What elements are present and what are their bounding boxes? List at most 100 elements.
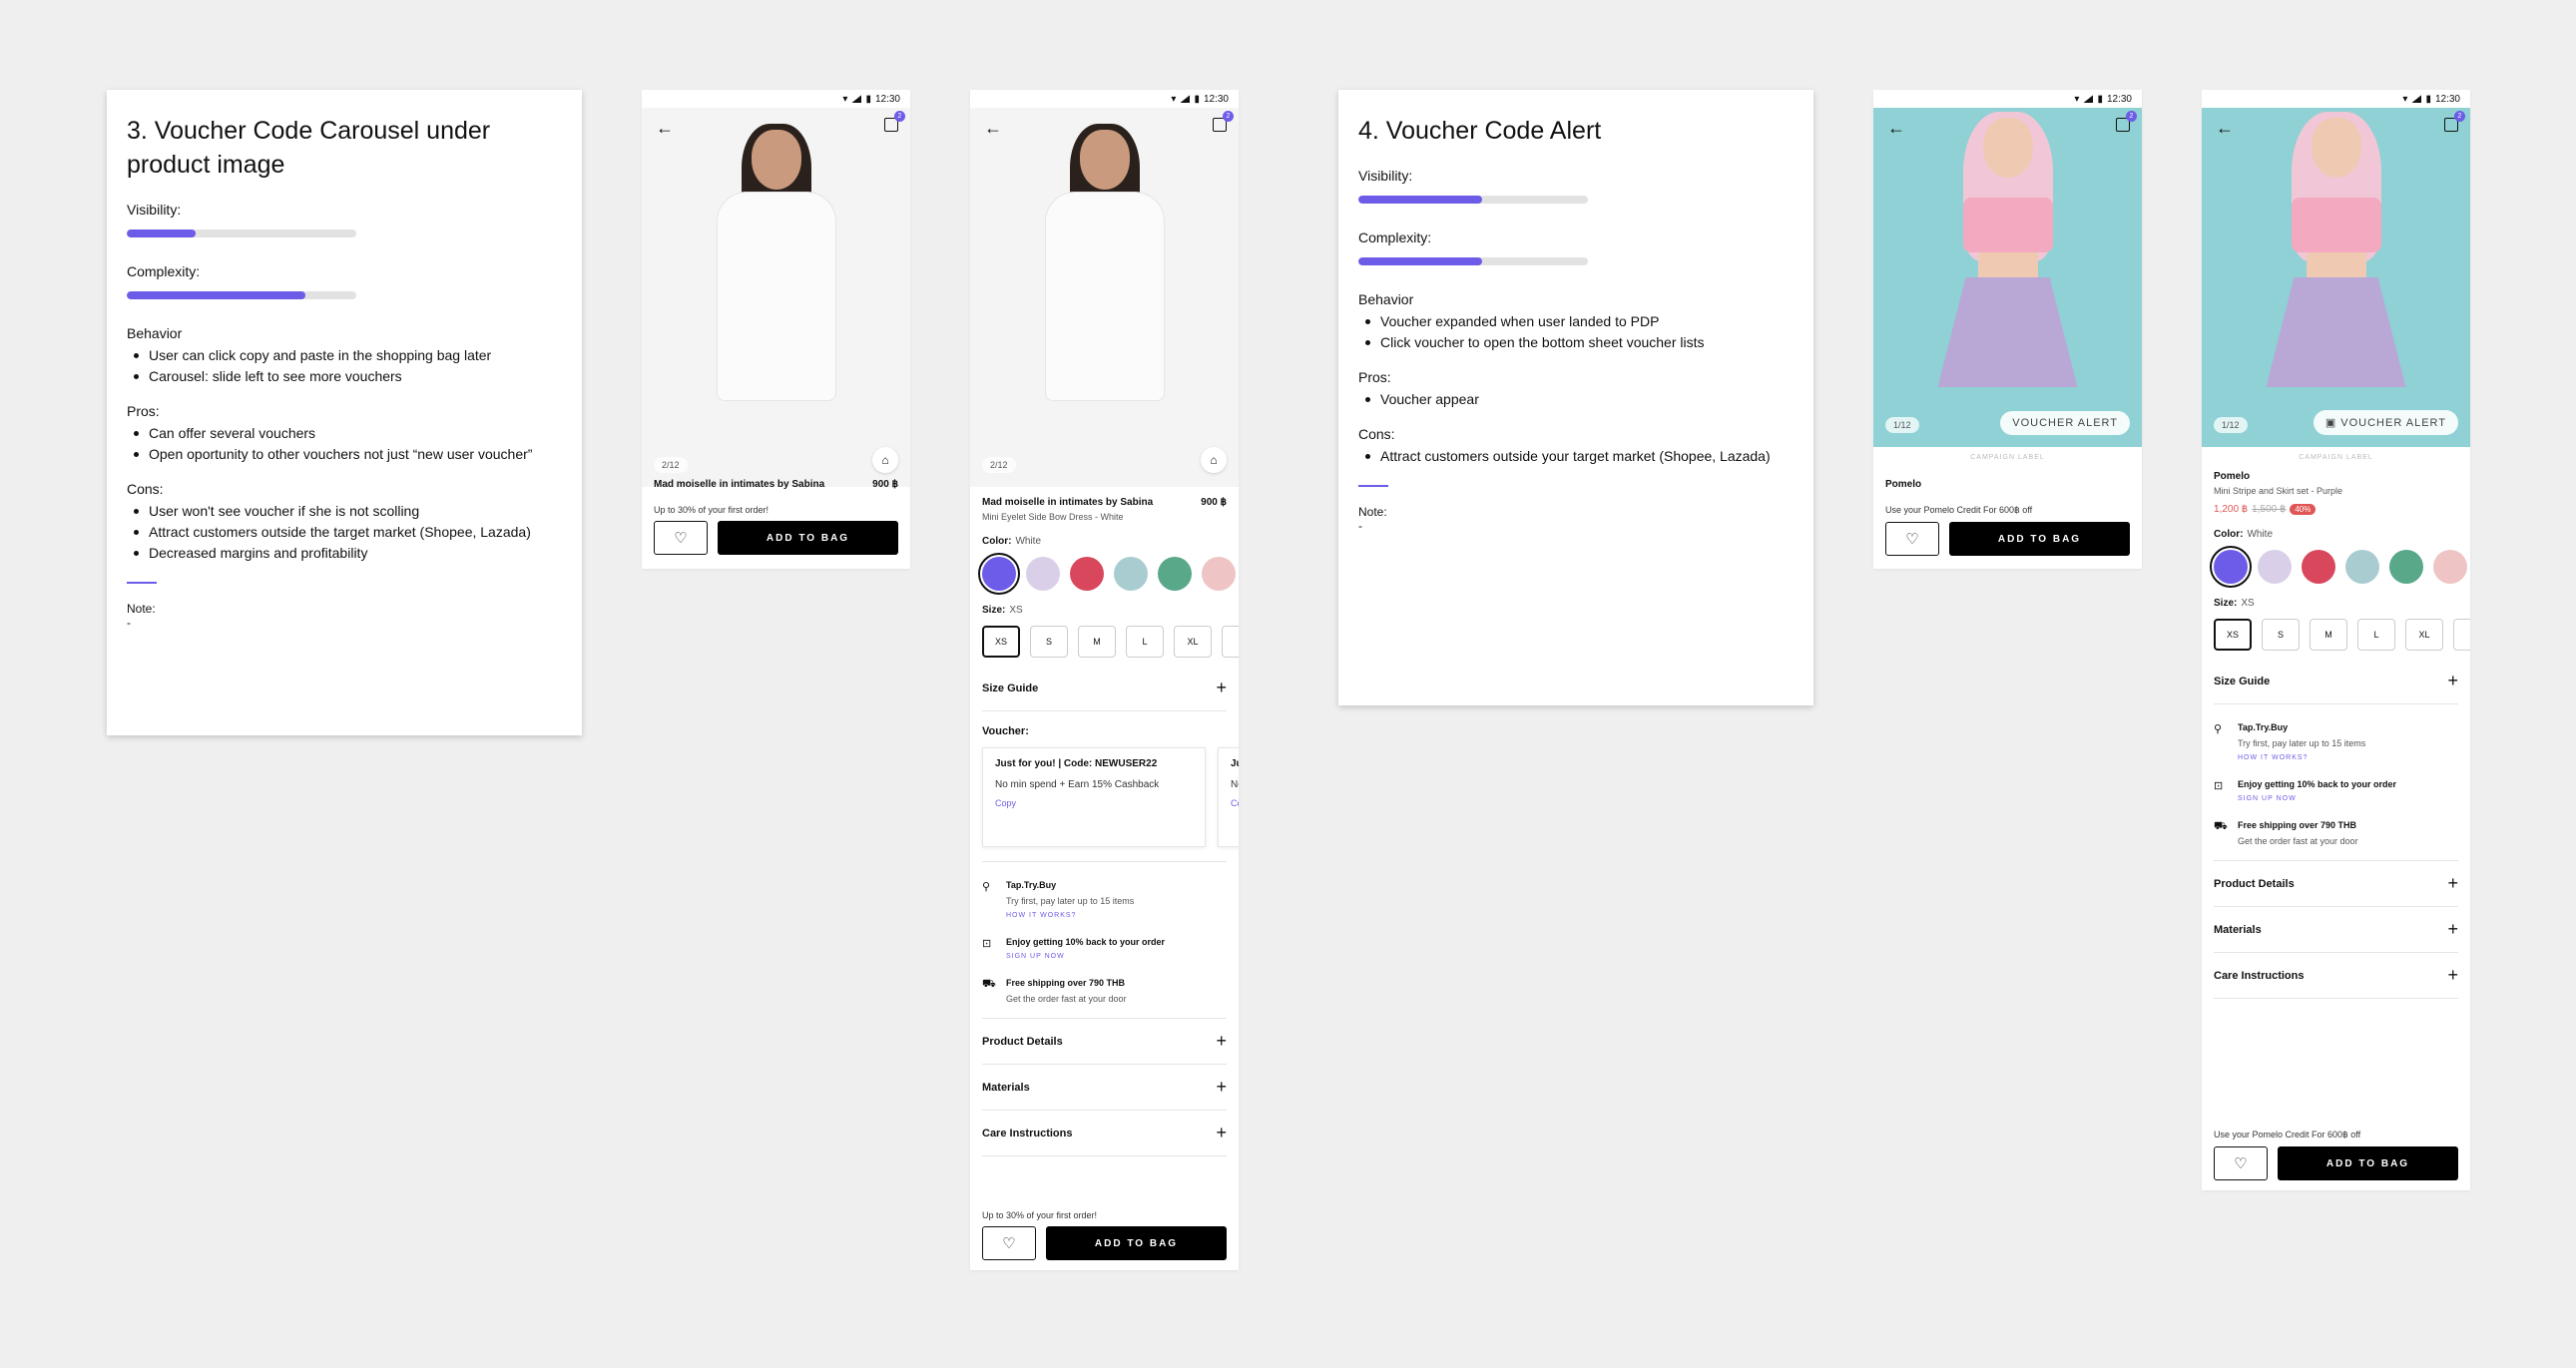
hanger-icon[interactable]: ⌂ [1201,447,1227,473]
materials-row[interactable]: Materials + [2214,907,2458,953]
sale-price: 1,200 ฿ [2214,504,2249,515]
wishlist-button[interactable]: ♡ [654,521,708,555]
size-option[interactable]: XS [2214,619,2252,651]
phone-mockup-1: ▾ ▮ 12:30 ← 2 2/12 ⌂ Mad moiselle in inti… [642,90,910,569]
product-image[interactable]: ← 2 2/12 ⌂ [970,108,1239,487]
size-option[interactable]: S [1030,626,1068,658]
wishlist-button[interactable]: ♡ [1885,522,1939,556]
wifi-icon: ▾ [842,93,848,105]
color-swatch[interactable] [2389,550,2423,584]
sign-up-link[interactable]: SIGN UP NOW [2238,795,2396,802]
add-to-bag-button[interactable]: ADD TO BAG [2278,1146,2458,1180]
size-option-partial[interactable] [2453,619,2470,651]
image-pager: 2/12 [982,457,1016,473]
color-swatch[interactable] [1158,557,1192,591]
voucher-carousel[interactable]: Just for you! | Code: NEWUSER22 No min s… [982,747,1239,847]
back-arrow-icon[interactable]: ← [656,118,674,139]
product-image[interactable]: ← 2 1/12 ▣ VOUCHER ALERT CAMPAIGN LABEL [2202,108,2470,461]
size-option[interactable]: S [2262,619,2300,651]
voucher-desc: No Ca [1231,779,1239,790]
complexity-label: Complexity: [127,263,201,279]
hanger-icon[interactable]: ⌂ [872,447,898,473]
plus-icon: + [1216,1123,1227,1142]
how-it-works-link[interactable]: HOW IT WORKS? [1006,912,1134,919]
model-figure [2252,112,2421,447]
model-head [1079,130,1130,190]
size-option[interactable]: XL [2405,619,2443,651]
status-time: 12:30 [874,93,900,105]
size-option[interactable]: M [1078,626,1116,658]
complexity-label: Complexity: [1358,229,1432,245]
size-option-partial[interactable] [1222,626,1239,658]
shopping-bag-icon[interactable]: 2 [1213,111,1234,132]
perk-sub: Get the order fast at your door [2238,836,2358,846]
product-image[interactable]: ← 2 2/12 ⌂ [642,108,910,487]
color-swatch[interactable] [2302,550,2335,584]
wishlist-button[interactable]: ♡ [2214,1146,2268,1180]
shopping-bag-icon[interactable]: 2 [884,111,905,132]
size-guide-row[interactable]: Size Guide + [2214,659,2458,704]
model-head [751,130,801,190]
voucher-card[interactable]: Just for you! | Code: NEWUSER22 No min s… [982,747,1206,847]
product-details-row[interactable]: Product Details + [2214,861,2458,907]
cons-list: User won't see voucher if she is not sco… [131,501,562,564]
model-skirt [2266,277,2406,387]
color-swatch[interactable] [2345,550,2379,584]
status-bar: ▾ ▮ 12:30 [642,90,910,108]
back-arrow-icon[interactable]: ← [984,118,1002,139]
wishlist-button[interactable]: ♡ [982,1226,1036,1260]
status-bar: ▾ ▮ 12:30 [970,90,1239,108]
color-swatch[interactable] [1114,557,1148,591]
add-to-bag-button[interactable]: ADD TO BAG [718,521,898,555]
add-to-bag-button[interactable]: ADD TO BAG [1046,1226,1227,1260]
battery-icon: ▮ [865,93,871,105]
behavior-list: User can click copy and paste in the sho… [131,345,562,387]
color-swatch[interactable] [2258,550,2292,584]
back-arrow-icon[interactable]: ← [2216,118,2234,139]
product-image[interactable]: ← 2 1/12 VOUCHER ALERT CAMPAIGN LABEL [1873,108,2142,461]
product-brand: Pomelo [2214,471,2251,482]
note-value: - [127,616,131,630]
size-guide-row[interactable]: Size Guide + [982,666,1227,711]
plus-icon: + [2447,965,2458,985]
care-row[interactable]: Care Instructions + [2214,953,2458,999]
copy-link[interactable]: Co [1231,798,1239,808]
signal-icon [1180,95,1191,103]
status-bar: ▾ ▮ 12:30 [1873,90,2142,108]
color-swatch[interactable] [2433,550,2467,584]
size-option[interactable]: M [2310,619,2347,651]
size-option[interactable]: XS [982,626,1020,658]
plus-icon: + [1216,1077,1227,1097]
size-label: Size: XS [982,605,1023,616]
color-swatch[interactable] [1026,557,1060,591]
product-details-row[interactable]: Product Details + [982,1019,1227,1065]
care-row[interactable]: Care Instructions + [982,1111,1227,1156]
size-option[interactable]: XL [1174,626,1212,658]
perk-title: Tap.Try.Buy [1006,880,1057,890]
back-arrow-icon[interactable]: ← [1887,118,1905,139]
voucher-alert-pill[interactable]: VOUCHER ALERT [2000,411,2130,435]
list-item: Voucher appear [1362,389,1794,410]
product-name: Mini Eyelet Side Bow Dress - White [982,512,1124,522]
shopping-bag-icon[interactable]: 2 [2116,111,2137,132]
sign-up-link[interactable]: SIGN UP NOW [1006,953,1165,960]
color-swatch[interactable] [978,553,1020,595]
shopping-bag-icon[interactable]: 2 [2444,111,2465,132]
model-figure [1923,112,2093,447]
perk-shipping: ⛟ Free shipping over 790 THB Get the orde… [2214,820,2458,846]
voucher-card[interactable]: Ju No Ca Co [1218,747,1239,847]
copy-link[interactable]: Copy [995,798,1193,808]
voucher-alert-pill[interactable]: ▣ VOUCHER ALERT [2313,410,2458,435]
add-to-bag-button[interactable]: ADD TO BAG [1949,522,2130,556]
phone-mockup-4: ▾ ▮ 12:30 ← 2 1/12 ▣ VOUCHER ALERT CAMPAI… [2202,90,2470,1190]
visibility-fill [1358,196,1483,204]
color-swatch[interactable] [2210,546,2252,588]
color-swatch[interactable] [1070,557,1104,591]
size-option[interactable]: L [2357,619,2395,651]
color-swatch[interactable] [1202,557,1236,591]
materials-row[interactable]: Materials + [982,1065,1227,1111]
plus-icon: + [1216,1031,1227,1051]
divider [127,582,157,584]
size-option[interactable]: L [1126,626,1164,658]
how-it-works-link[interactable]: HOW IT WORKS? [2238,754,2365,761]
